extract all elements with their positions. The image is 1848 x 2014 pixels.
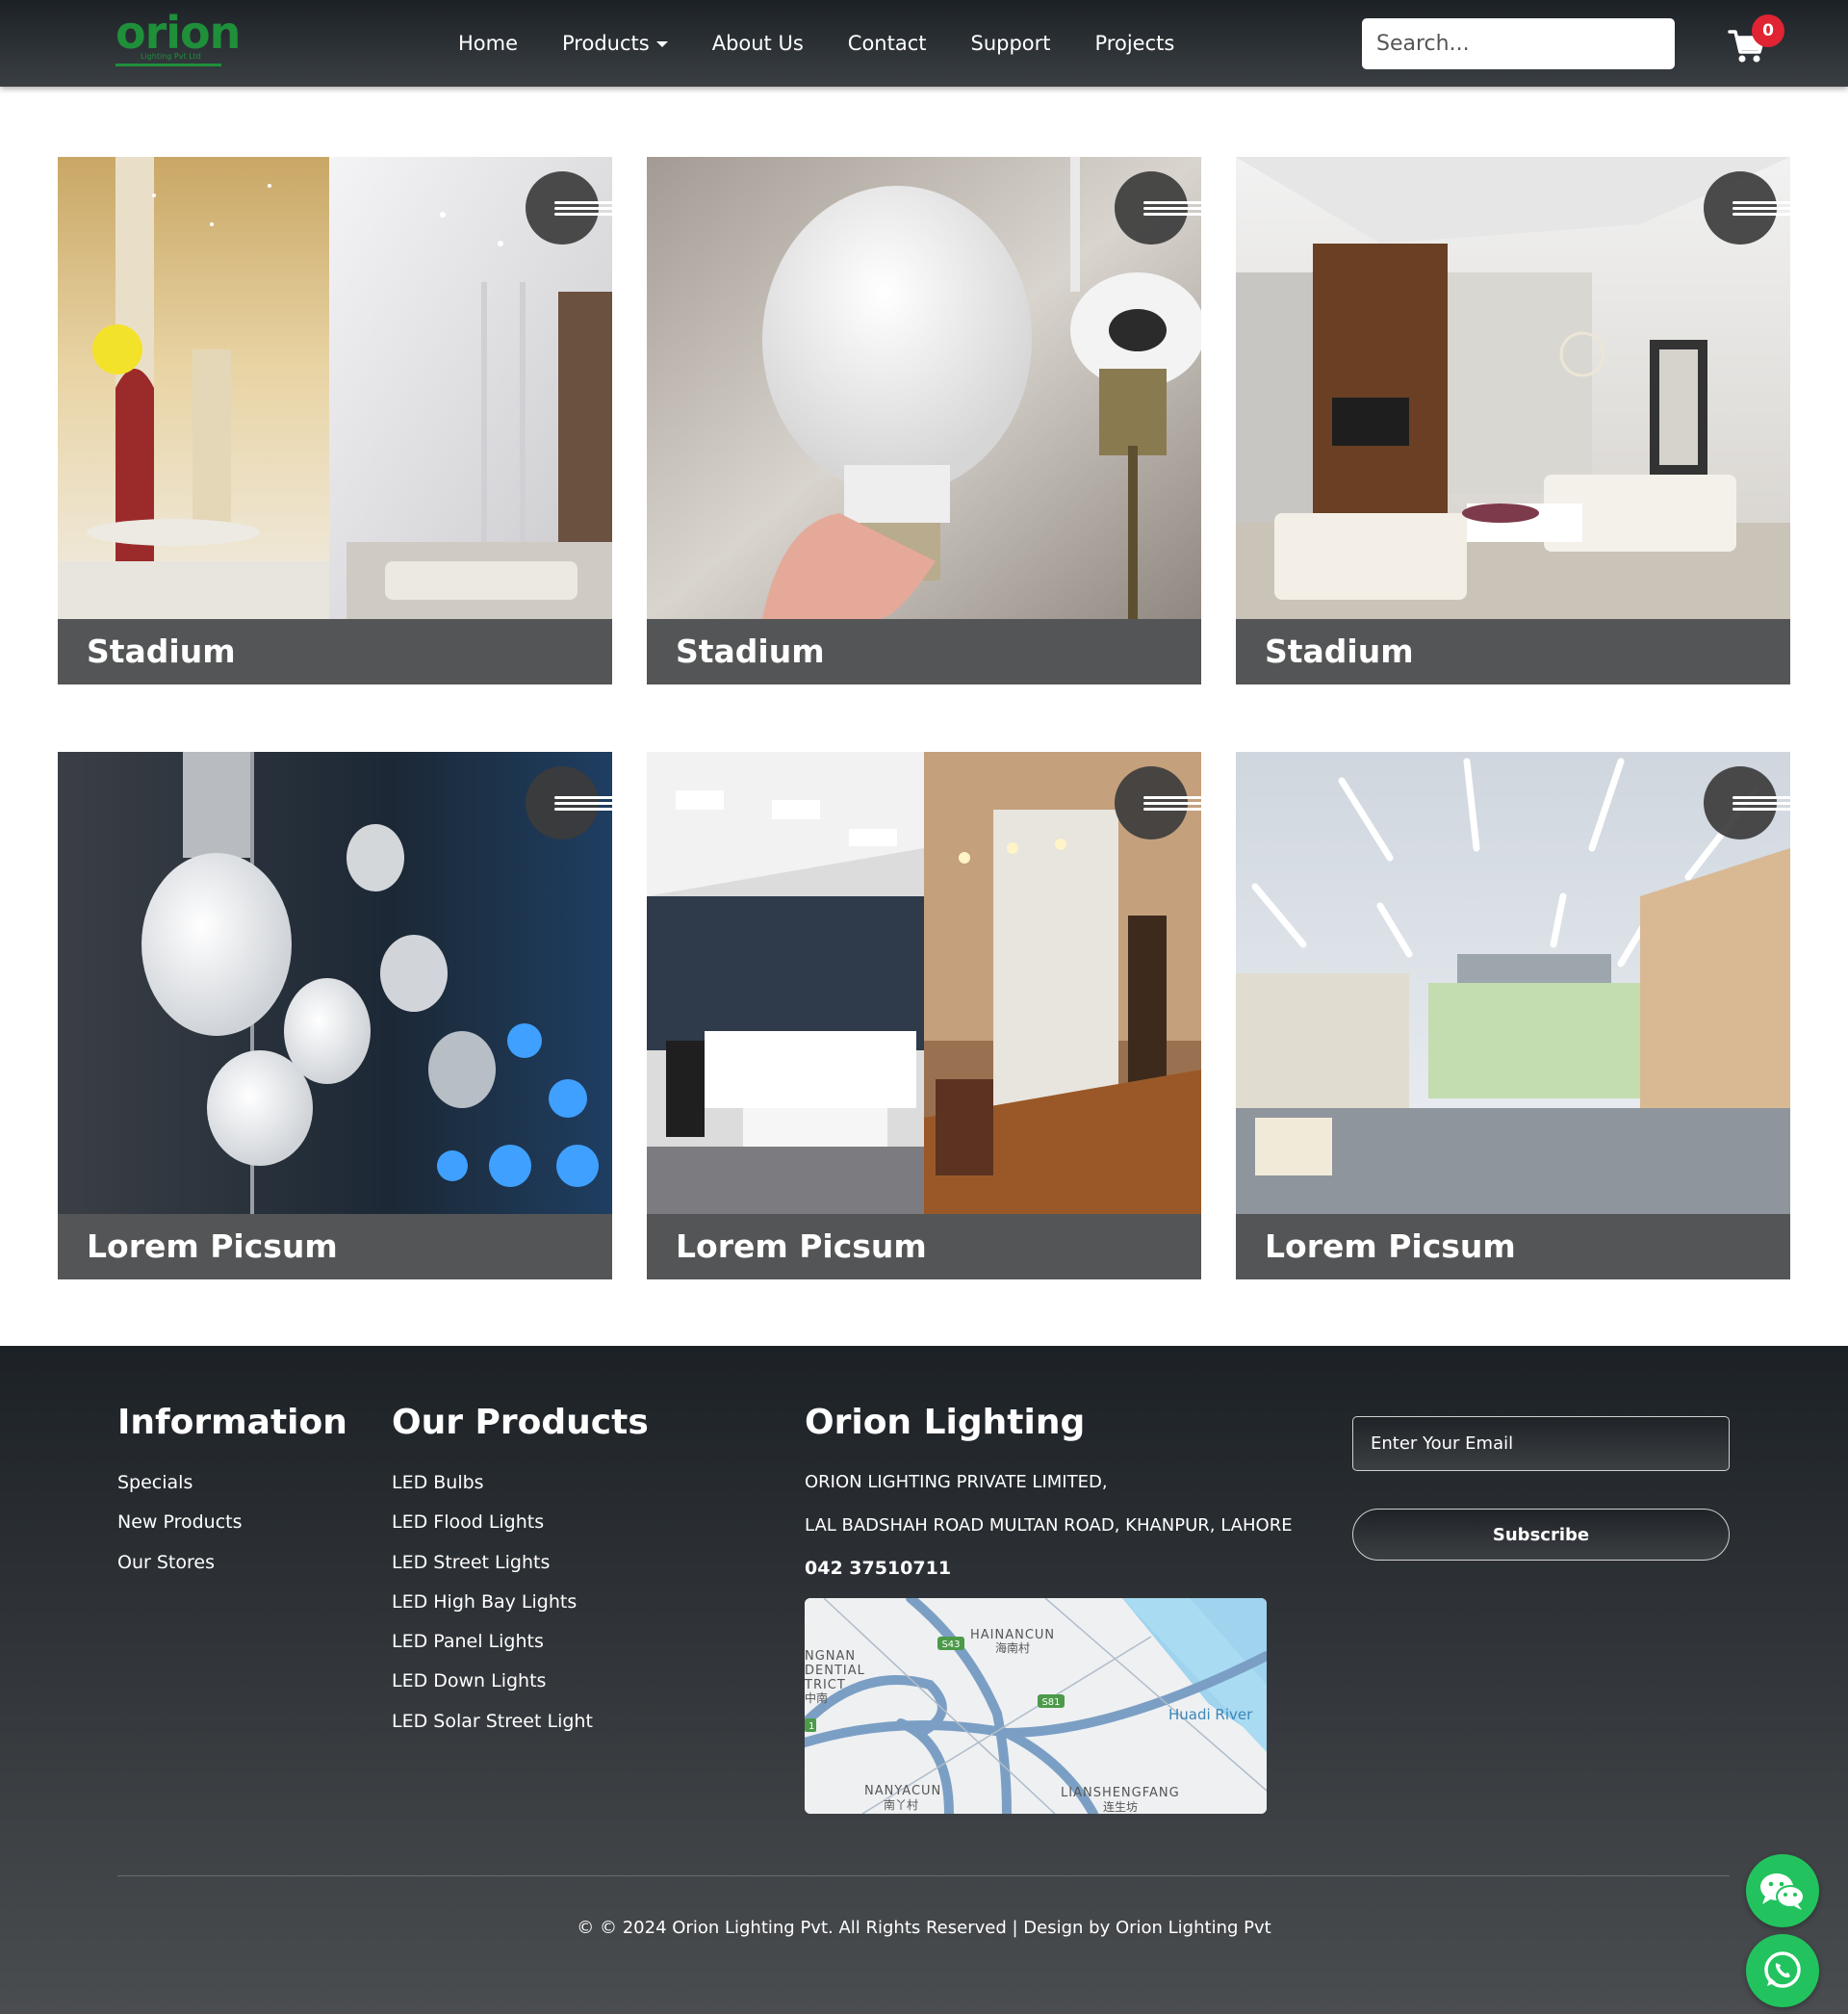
- nav-projects-label: Projects: [1094, 32, 1175, 55]
- copyright-text: © © 2024 Orion Lighting Pvt. All Rights …: [577, 1918, 1271, 1938]
- footer-link-led-bulbs[interactable]: LED Bulbs: [392, 1463, 593, 1503]
- nav-support-label: Support: [970, 32, 1051, 55]
- map-label-lianshengfang: LIANSHENGFANG: [1061, 1786, 1180, 1800]
- living-room-photo: [1236, 157, 1790, 619]
- nav-support-link[interactable]: Support: [970, 27, 1050, 60]
- card-title: Stadium: [87, 633, 236, 670]
- subscribe-button[interactable]: Subscribe: [1352, 1509, 1730, 1561]
- footer-link-led-solar-street-light[interactable]: LED Solar Street Light: [392, 1702, 593, 1742]
- nav-home-label: Home: [458, 32, 519, 55]
- card-caption-bar: Stadium: [58, 619, 612, 684]
- map-label-nanyacun-cn: 南丫村: [884, 1797, 918, 1812]
- nav-products-dropdown[interactable]: Products: [562, 27, 668, 60]
- footer-link-new-products[interactable]: New Products: [117, 1503, 243, 1542]
- hamburger-menu-icon[interactable]: [1704, 171, 1790, 245]
- gallery-card[interactable]: Lorem Picsum: [647, 752, 1201, 1279]
- newsletter-email-input[interactable]: [1352, 1416, 1730, 1471]
- map-label-lianshengfang-cn: 连生坊: [1103, 1799, 1138, 1814]
- nav-contact-label: Contact: [847, 32, 927, 55]
- footer-divider: [117, 1875, 1730, 1876]
- map-route-s43: S43: [941, 1640, 960, 1650]
- card-title: Lorem Picsum: [1265, 1227, 1516, 1265]
- company-address: LAL BADSHAH ROAD MULTAN ROAD, KHANPUR, L…: [805, 1515, 1293, 1536]
- company-phone[interactable]: 042 37510711: [805, 1556, 951, 1581]
- card-caption-bar: Lorem Picsum: [1236, 1214, 1790, 1279]
- card-caption-bar: Lorem Picsum: [647, 1214, 1201, 1279]
- logo-underline: [116, 64, 221, 66]
- hamburger-menu-icon[interactable]: [1115, 171, 1201, 245]
- nav-products-label: Products: [562, 32, 650, 55]
- map-label-huadi-river: Huadi River: [1168, 1706, 1253, 1723]
- office-photo: [647, 752, 1201, 1214]
- footer-link-specials[interactable]: Specials: [117, 1463, 243, 1503]
- nav-projects-link[interactable]: Projects: [1095, 27, 1175, 60]
- map-label-district-2: DENTIAL: [805, 1664, 865, 1678]
- information-heading: Information: [117, 1403, 347, 1442]
- information-links: Specials New Products Our Stores: [117, 1463, 243, 1583]
- map-label-district-1: NGNAN: [805, 1649, 856, 1664]
- logo-tagline: Lighting Pvt Ltd: [141, 52, 201, 61]
- card-title: Stadium: [676, 633, 825, 670]
- gallery-card[interactable]: Stadium: [1236, 157, 1790, 684]
- footer-link-led-flood-lights[interactable]: LED Flood Lights: [392, 1503, 593, 1542]
- card-caption-bar: Stadium: [647, 619, 1201, 684]
- map-route-s81: S81: [1041, 1697, 1060, 1708]
- nav-home-link[interactable]: Home: [458, 27, 518, 60]
- main-nav: Home Products About Us Contact Support P…: [458, 27, 1174, 60]
- footer-link-led-high-bay-lights[interactable]: LED High Bay Lights: [392, 1583, 593, 1622]
- logo-wordmark: orion: [116, 7, 241, 59]
- wechat-icon[interactable]: [1746, 1854, 1819, 1927]
- card-title: Lorem Picsum: [87, 1227, 338, 1265]
- card-caption-bar: Lorem Picsum: [58, 1214, 612, 1279]
- footer-link-our-stores[interactable]: Our Stores: [117, 1543, 243, 1583]
- hamburger-menu-icon[interactable]: [526, 171, 612, 245]
- map-label-district-3: TRICT: [805, 1678, 846, 1692]
- map-label-nanyacun: NANYACUN: [864, 1784, 941, 1798]
- card-caption-bar: Stadium: [1236, 619, 1790, 684]
- caret-down-icon: [655, 41, 668, 47]
- gallery-card[interactable]: Lorem Picsum: [1236, 752, 1790, 1279]
- location-map[interactable]: S43 S81 1 HAINANCUN 海南村 NGNAN DENTIAL TR…: [805, 1598, 1267, 1814]
- footer-link-led-panel-lights[interactable]: LED Panel Lights: [392, 1622, 593, 1662]
- hamburger-menu-icon[interactable]: [1115, 766, 1201, 839]
- lobby-photo: [1236, 752, 1790, 1214]
- hanging-bulbs-photo: [58, 752, 612, 1214]
- hamburger-menu-icon[interactable]: [1704, 766, 1790, 839]
- top-navbar: orion Lighting Pvt Ltd Home Products Abo…: [0, 0, 1848, 87]
- map-label-hainancun: HAINANCUN: [970, 1628, 1055, 1642]
- gallery-card[interactable]: Stadium: [58, 157, 612, 684]
- gallery-card[interactable]: Lorem Picsum: [58, 752, 612, 1279]
- whatsapp-icon[interactable]: [1746, 1934, 1819, 2007]
- nav-contact-link[interactable]: Contact: [848, 27, 927, 60]
- nav-about-label: About Us: [711, 32, 804, 55]
- card-title: Lorem Picsum: [676, 1227, 927, 1265]
- bulb-photo: [647, 157, 1201, 619]
- map-route-partial: 1: [808, 1721, 814, 1732]
- interior-photo: [58, 157, 612, 619]
- gallery-card[interactable]: Stadium: [647, 157, 1201, 684]
- footer-link-led-street-lights[interactable]: LED Street Lights: [392, 1543, 593, 1583]
- cart-count-badge: 0: [1752, 14, 1784, 47]
- product-links: LED Bulbs LED Flood Lights LED Street Li…: [392, 1463, 593, 1742]
- company-name: ORION LIGHTING PRIVATE LIMITED,: [805, 1472, 1108, 1492]
- card-title: Stadium: [1265, 633, 1414, 670]
- our-products-heading: Our Products: [392, 1403, 649, 1442]
- hamburger-menu-icon[interactable]: [526, 766, 612, 839]
- footer-link-led-down-lights[interactable]: LED Down Lights: [392, 1662, 593, 1701]
- nav-about-link[interactable]: About Us: [712, 27, 804, 60]
- company-heading: Orion Lighting: [805, 1403, 1086, 1442]
- map-label-district-cn: 中南: [805, 1691, 828, 1705]
- map-label-hainancun-cn: 海南村: [995, 1640, 1030, 1655]
- search-input[interactable]: [1362, 18, 1675, 69]
- orion-logo[interactable]: orion Lighting Pvt Ltd: [116, 6, 241, 69]
